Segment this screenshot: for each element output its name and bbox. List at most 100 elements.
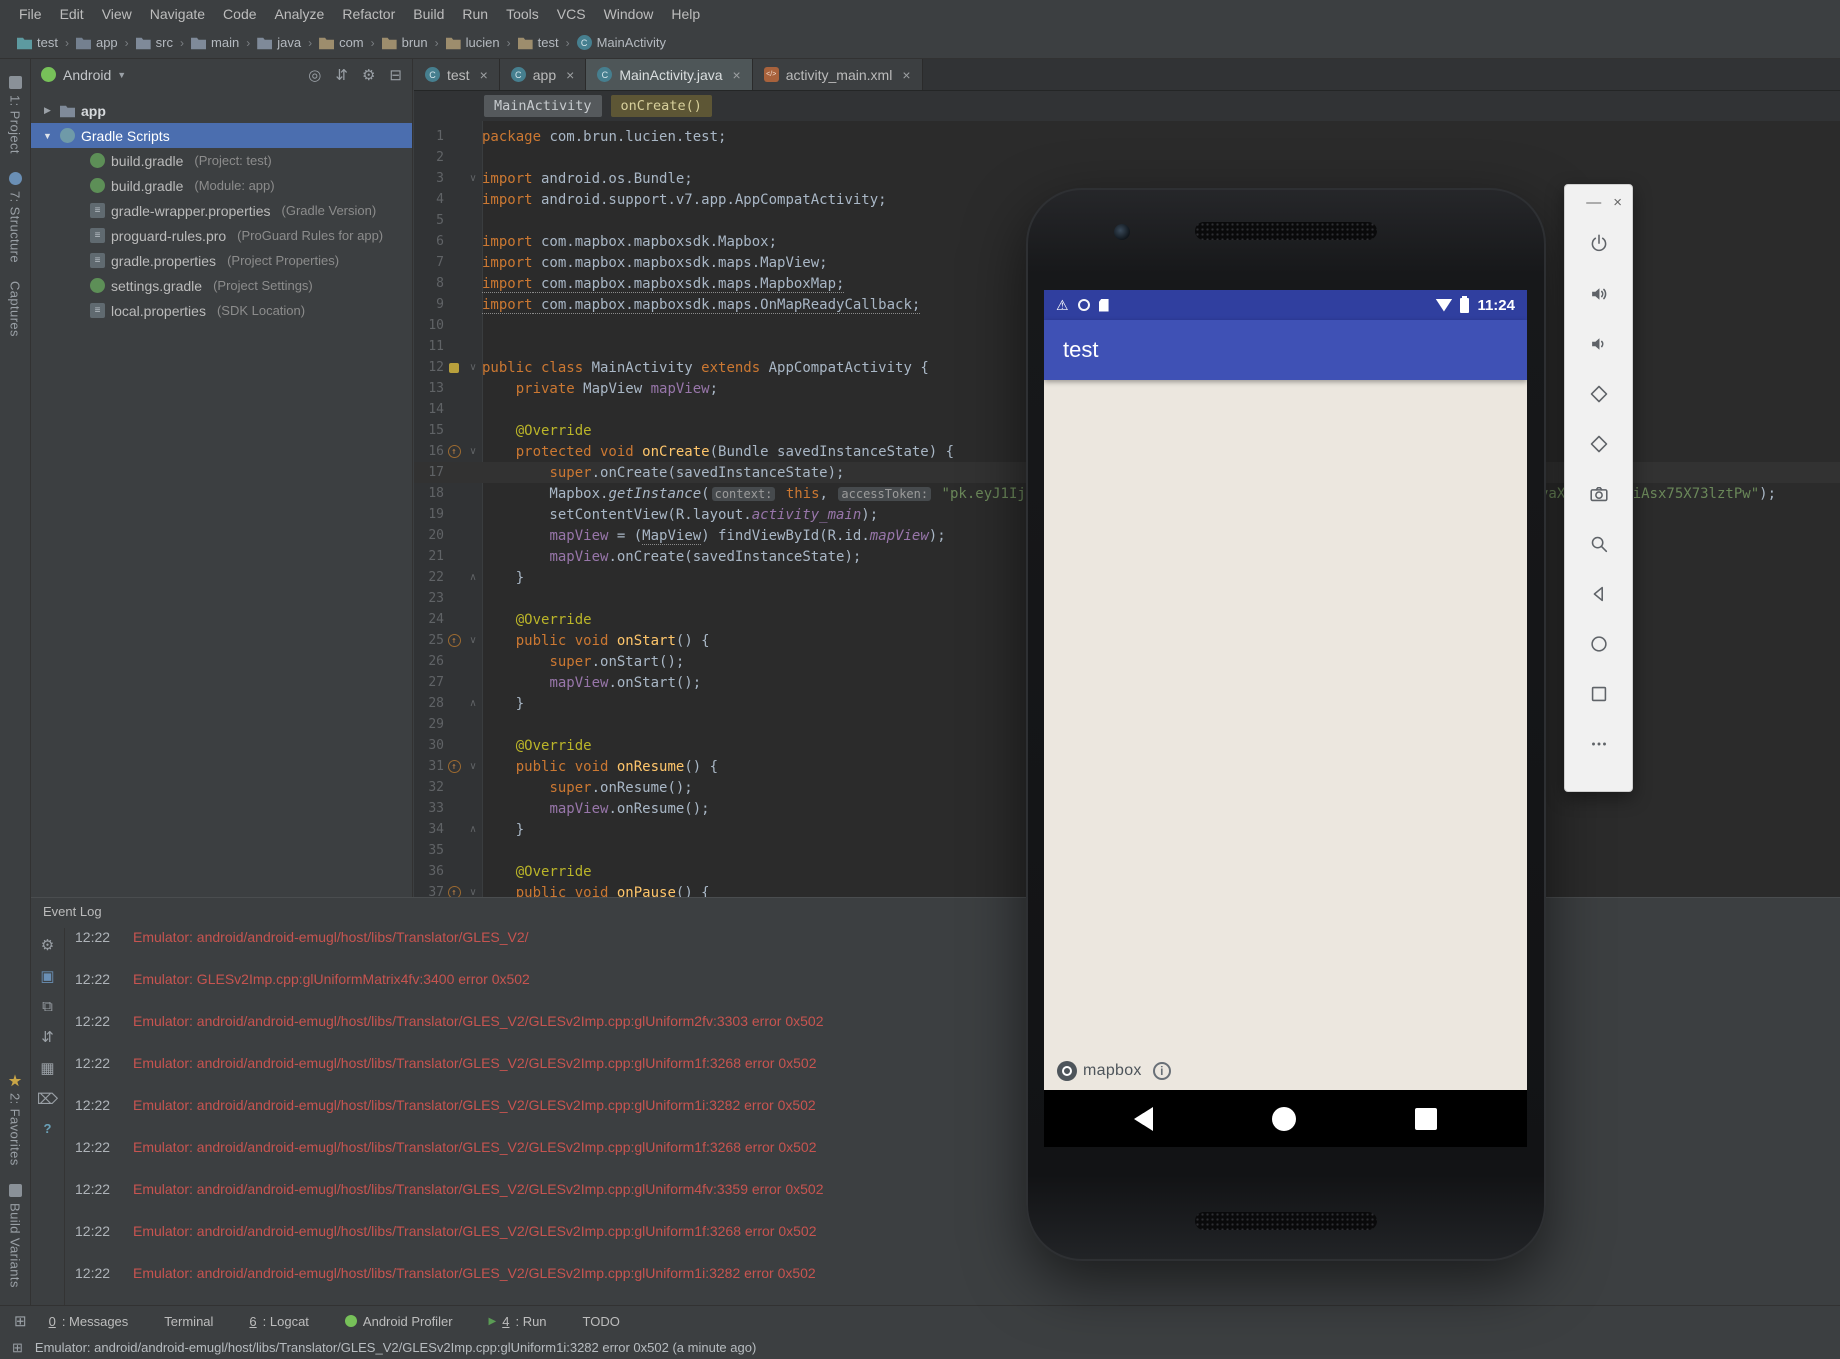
locate-icon[interactable]: ◎: [308, 66, 321, 84]
emulator-rotate-left-button[interactable]: [1578, 369, 1620, 419]
breadcrumb-mainactivity-9[interactable]: MainActivity: [574, 33, 669, 52]
tree-item-build-gradle-module-app[interactable]: build.gradle (Module: app): [31, 173, 412, 198]
emulator-overview-button[interactable]: [1578, 669, 1620, 719]
settings-icon[interactable]: ⚙: [362, 66, 375, 84]
log-entry-7[interactable]: 12:22 Emulator: android/android-emugl/hos…: [75, 1168, 1840, 1210]
breadcrumb-main-3[interactable]: main: [188, 33, 242, 52]
emulator-zoom-button[interactable]: [1578, 519, 1620, 569]
close-tab-icon[interactable]: ×: [480, 67, 488, 83]
map-view[interactable]: mapbox i: [1044, 380, 1527, 1090]
override-icon[interactable]: ↑: [444, 760, 464, 773]
tree-item-settings-gradle-project-settings[interactable]: settings.gradle (Project Settings): [31, 273, 412, 298]
close-tab-icon[interactable]: ×: [733, 67, 741, 83]
fold-icon[interactable]: ∨: [464, 635, 482, 646]
emulator-home-button[interactable]: [1578, 619, 1620, 669]
collapse-all-icon[interactable]: ⇵: [335, 66, 348, 84]
log-entry-2[interactable]: 12:22 Emulator: GLESv2Imp.cpp:glUniformMa…: [75, 958, 1840, 1000]
emulator-rotate-right-button[interactable]: [1578, 419, 1620, 469]
android-home-button[interactable]: [1272, 1106, 1296, 1131]
menu-item-view[interactable]: View: [93, 0, 141, 27]
chevron-icon[interactable]: ▶: [41, 105, 54, 116]
menu-item-refactor[interactable]: Refactor: [333, 0, 404, 27]
close-tab-icon[interactable]: ×: [566, 67, 574, 83]
tree-item-proguard-rules-pro-proguard-rules-for-app[interactable]: proguard-rules.pro (ProGuard Rules for ap…: [31, 223, 412, 248]
menu-item-code[interactable]: Code: [214, 0, 265, 27]
tab-test[interactable]: test ×: [414, 59, 500, 90]
wrap-icon[interactable]: ⇵: [41, 1028, 54, 1046]
emulator-screen[interactable]: 11:24 test mapbox i: [1044, 290, 1527, 1147]
tree-item-gradle-scripts[interactable]: ▼ Gradle Scripts: [31, 123, 412, 148]
emulator-volume-down-button[interactable]: [1578, 319, 1620, 369]
tree-item-app[interactable]: ▶ app: [31, 98, 412, 123]
fold-icon[interactable]: ∨: [464, 887, 482, 897]
breadcrumb-brun-6[interactable]: brun: [379, 33, 431, 52]
breadcrumb-test-0[interactable]: test: [14, 33, 61, 52]
tool-window-terminal[interactable]: Terminal: [164, 1314, 213, 1329]
tool-button-build-variants[interactable]: Build Variants: [8, 1184, 23, 1288]
help-icon[interactable]: ?: [44, 1121, 52, 1136]
tool-window-6-logcat[interactable]: 6: Logcat: [249, 1314, 309, 1329]
fold-icon[interactable]: ∨: [464, 761, 482, 772]
log-entry-5[interactable]: 12:22 Emulator: android/android-emugl/hos…: [75, 1084, 1840, 1126]
log-entry-8[interactable]: 12:22 Emulator: android/android-emugl/hos…: [75, 1210, 1840, 1252]
clear-icon[interactable]: ⌦: [37, 1090, 58, 1108]
tool-window-0-messages[interactable]: 0: Messages: [49, 1314, 129, 1329]
breadcrumb-java-4[interactable]: java: [254, 33, 304, 52]
menu-item-file[interactable]: File: [10, 0, 51, 27]
emulator-more-button[interactable]: [1578, 719, 1620, 769]
tree-item-local-properties-sdk-location[interactable]: local.properties (SDK Location): [31, 298, 412, 323]
log-entry-9[interactable]: 12:22 Emulator: android/android-emugl/hos…: [75, 1252, 1840, 1294]
log-entry-1[interactable]: 12:22 Emulator: android/android-emugl/hos…: [75, 916, 1840, 958]
breadcrumb-oncreate[interactable]: onCreate(): [610, 95, 712, 117]
tool-button-captures[interactable]: Captures: [8, 281, 23, 337]
tool-button-2-favorites[interactable]: 2: Favorites: [8, 1074, 23, 1166]
chevron-icon[interactable]: ▼: [41, 131, 54, 141]
fold-icon[interactable]: ∨: [464, 446, 482, 457]
emulator-power-button[interactable]: [1578, 219, 1620, 269]
log-entry-3[interactable]: 12:22 Emulator: android/android-emugl/hos…: [75, 1000, 1840, 1042]
override-icon[interactable]: ↑: [444, 445, 464, 458]
tool-button-7-structure[interactable]: 7: Structure: [8, 171, 23, 263]
tool-button-1-project[interactable]: 1: Project: [8, 76, 23, 154]
log-entry-6[interactable]: 12:22 Emulator: android/android-emugl/hos…: [75, 1126, 1840, 1168]
tree-item-gradle-wrapper-properties-gradle-version[interactable]: gradle-wrapper.properties (Gradle Version…: [31, 198, 412, 223]
menu-item-tools[interactable]: Tools: [497, 0, 548, 27]
close-tab-icon[interactable]: ×: [902, 67, 910, 83]
menu-item-vcs[interactable]: VCS: [548, 0, 595, 27]
emulator-camera-button[interactable]: [1578, 469, 1620, 519]
menu-item-edit[interactable]: Edit: [51, 0, 93, 27]
windows-icon[interactable]: ⧉: [42, 998, 53, 1015]
hide-panel-icon[interactable]: ⊟: [389, 66, 402, 84]
window-switcher-icon[interactable]: [12, 1340, 23, 1356]
log-entry-4[interactable]: 12:22 Emulator: android/android-emugl/hos…: [75, 1042, 1840, 1084]
breadcrumb-app-1[interactable]: app: [73, 33, 121, 52]
breadcrumb-lucien-7[interactable]: lucien: [443, 33, 503, 52]
tool-window-4-run[interactable]: 4: Run: [489, 1314, 546, 1329]
android-back-button[interactable]: [1134, 1106, 1153, 1131]
minimize-button[interactable]: —: [1586, 195, 1601, 210]
fold-icon[interactable]: ∧: [464, 824, 482, 835]
mapbox-info-icon[interactable]: i: [1152, 1062, 1171, 1080]
emulator-volume-up-button[interactable]: [1578, 269, 1620, 319]
marker-icon[interactable]: [444, 362, 464, 373]
menu-item-navigate[interactable]: Navigate: [141, 0, 214, 27]
menu-item-run[interactable]: Run: [453, 0, 497, 27]
tool-window-android-profiler[interactable]: Android Profiler: [344, 1314, 453, 1329]
project-view-selector[interactable]: Android ▼: [63, 67, 126, 83]
monitor-icon[interactable]: ▣: [40, 967, 54, 985]
android-recents-button[interactable]: [1415, 1107, 1437, 1130]
breadcrumb-src-2[interactable]: src: [133, 33, 176, 52]
fold-icon[interactable]: ∨: [464, 173, 482, 184]
fold-icon[interactable]: ∨: [464, 362, 482, 373]
breadcrumb-test-8[interactable]: test: [515, 33, 562, 52]
menu-item-build[interactable]: Build: [404, 0, 453, 27]
grid-icon[interactable]: ▦: [40, 1059, 54, 1077]
window-switcher-icon[interactable]: [14, 1312, 27, 1330]
tree-item-gradle-properties-project-properties[interactable]: gradle.properties (Project Properties): [31, 248, 412, 273]
fold-icon[interactable]: ∧: [464, 698, 482, 709]
tab-activity-main-xml[interactable]: activity_main.xml ×: [752, 59, 923, 90]
override-icon[interactable]: ↑: [444, 634, 464, 647]
tree-item-build-gradle-project-test[interactable]: build.gradle (Project: test): [31, 148, 412, 173]
settings-icon[interactable]: ⚙: [41, 936, 54, 954]
fold-icon[interactable]: ∧: [464, 572, 482, 583]
